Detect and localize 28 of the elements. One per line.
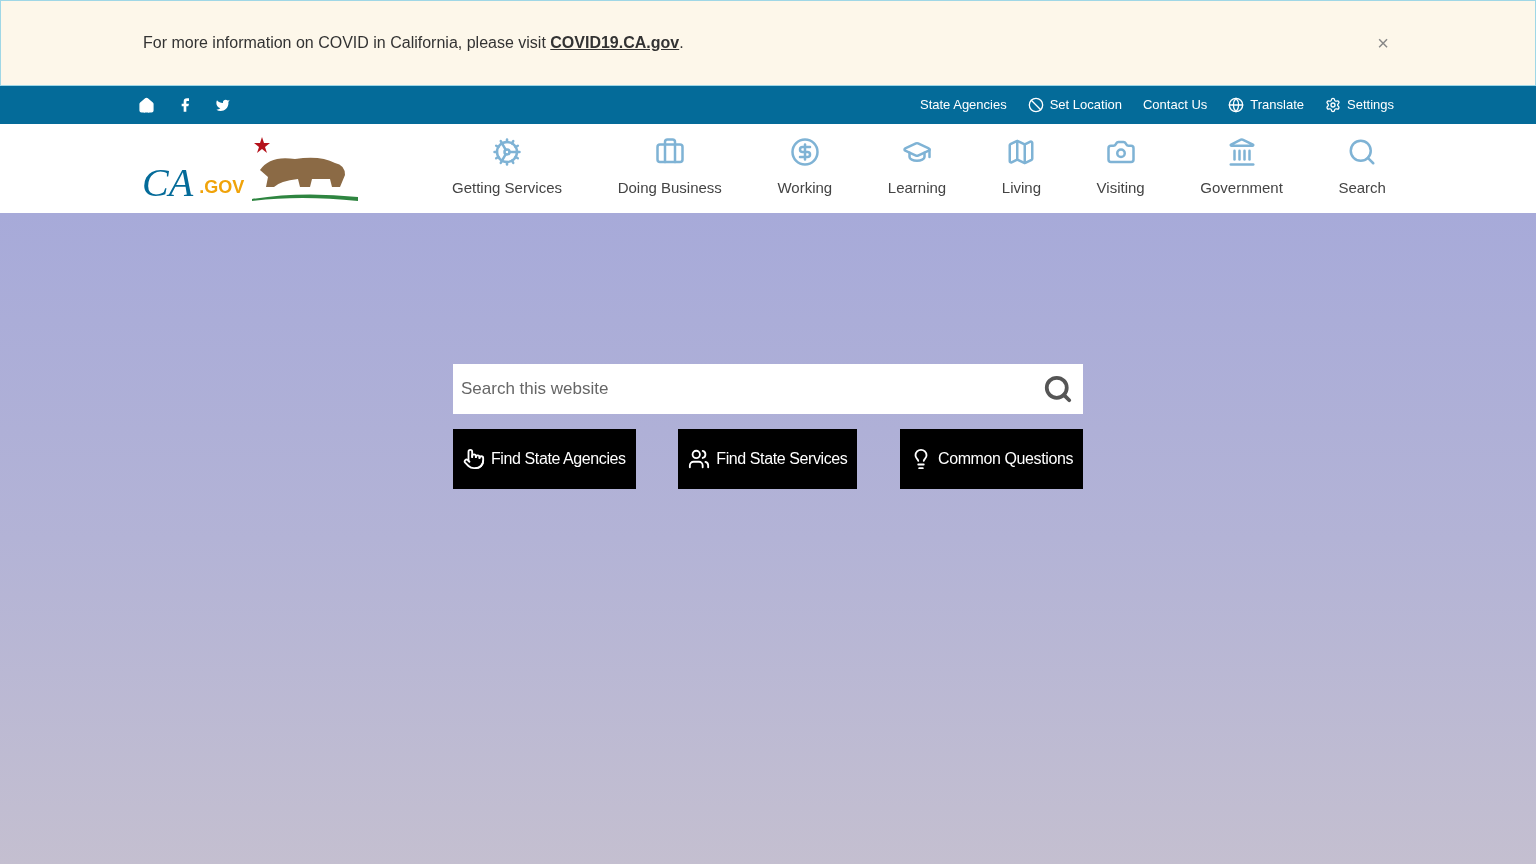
- quick-link-button[interactable]: Common Questions: [900, 429, 1083, 489]
- quick-link-button[interactable]: Find State Agencies: [453, 429, 636, 489]
- nav-item[interactable]: Learning: [887, 137, 947, 200]
- utility-link[interactable]: Contact Us: [1143, 95, 1208, 115]
- settings-icon: [1325, 97, 1341, 113]
- utility-link[interactable]: Translate: [1228, 95, 1304, 115]
- globe-icon: [1228, 97, 1245, 113]
- people-icon: [688, 448, 711, 470]
- alert-message: For more information on COVID in California, please visit COVID19.CA.gov.: [143, 33, 684, 53]
- dollar-icon: [789, 137, 820, 168]
- nav-item[interactable]: Working: [777, 137, 833, 200]
- utility-link[interactable]: State Agencies: [919, 95, 1007, 115]
- nav-item[interactable]: Living: [1001, 137, 1041, 200]
- search-icon[interactable]: [1043, 374, 1073, 404]
- twitter-icon[interactable]: [215, 97, 231, 113]
- logo-text[interactable]: CA: [142, 162, 194, 203]
- nav-item[interactable]: Doing Business: [617, 137, 722, 200]
- pointing-hand-icon: [463, 448, 485, 470]
- nav-item[interactable]: Search: [1338, 137, 1386, 200]
- nav-item[interactable]: Getting Services: [452, 137, 563, 200]
- nav-item[interactable]: Government: [1200, 137, 1283, 200]
- utility-link[interactable]: Settings: [1325, 95, 1394, 115]
- covid-link[interactable]: COVID19.CA.gov: [550, 34, 680, 51]
- search-field[interactable]: Search this website: [453, 364, 1083, 414]
- utility-link[interactable]: Set Location: [1027, 95, 1122, 115]
- home-icon[interactable]: [138, 96, 155, 114]
- quick-link-button[interactable]: Find State Services: [678, 429, 858, 489]
- nav-item[interactable]: Visiting: [1096, 137, 1145, 200]
